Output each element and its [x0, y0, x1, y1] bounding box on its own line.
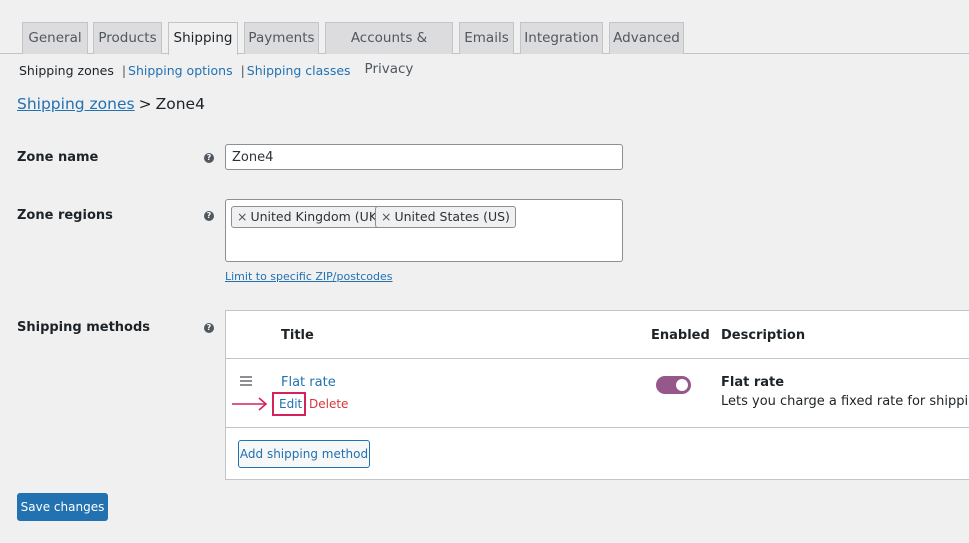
- breadcrumb: Shipping zones > Zone4: [17, 95, 205, 113]
- remove-region-icon[interactable]: ×: [237, 209, 247, 224]
- tab-general[interactable]: General: [22, 22, 88, 54]
- tab-payments[interactable]: Payments: [244, 22, 319, 54]
- tab-shipping[interactable]: Shipping: [168, 22, 238, 55]
- method-description-title: Flat rate: [721, 375, 785, 390]
- method-description-text: Lets you charge a fixed rate for shippin…: [721, 394, 969, 409]
- tab-accounts-privacy[interactable]: Accounts & Privacy: [325, 22, 453, 77]
- tab-products[interactable]: Products: [93, 22, 162, 54]
- zone-regions-select[interactable]: × United Kingdom (UK) × United States (US): [225, 199, 623, 262]
- edit-method-link[interactable]: Edit: [279, 397, 302, 411]
- delete-method-link[interactable]: Delete: [309, 397, 348, 411]
- column-description: Description: [721, 328, 806, 343]
- remove-region-icon[interactable]: ×: [381, 209, 391, 224]
- tab-advanced[interactable]: Advanced: [609, 22, 684, 54]
- column-enabled: Enabled: [651, 328, 710, 343]
- subnav-separator: |: [121, 63, 127, 78]
- toggle-knob: [676, 379, 688, 391]
- subnav-separator: |: [240, 63, 245, 78]
- add-shipping-method-button[interactable]: Add shipping method: [238, 440, 370, 468]
- region-chip-us[interactable]: × United States (US): [375, 206, 516, 228]
- subnav-shipping-options[interactable]: Shipping options: [128, 63, 233, 78]
- shipping-subnav: Shipping zones | Shipping options | Shippi…: [19, 63, 351, 78]
- shipping-methods-table: Title Enabled Description Flat rate Edit…: [225, 310, 969, 480]
- tab-emails[interactable]: Emails: [459, 22, 514, 54]
- method-enabled-toggle[interactable]: [656, 376, 691, 394]
- column-title: Title: [281, 328, 314, 343]
- limit-postcodes-link[interactable]: Limit to specific ZIP/postcodes: [225, 270, 393, 283]
- region-chip-label: United Kingdom (UK): [250, 209, 382, 224]
- tab-integration[interactable]: Integration: [520, 22, 603, 54]
- breadcrumb-separator: >: [138, 95, 152, 113]
- settings-tabs: General Products Shipping Payments Accou…: [0, 0, 969, 77]
- table-header: Title Enabled Description: [226, 311, 969, 359]
- region-chip-uk[interactable]: × United Kingdom (UK): [231, 206, 388, 228]
- region-chip-label: United States (US): [394, 209, 510, 224]
- zone-regions-label: Zone regions: [17, 208, 113, 223]
- breadcrumb-current-zone: Zone4: [155, 95, 205, 113]
- breadcrumb-shipping-zones-link[interactable]: Shipping zones: [17, 95, 135, 113]
- zone-name-input[interactable]: [225, 144, 623, 170]
- subnav-shipping-classes[interactable]: Shipping classes: [247, 63, 351, 78]
- method-title-link[interactable]: Flat rate: [281, 375, 336, 390]
- arrow-right-icon: [232, 397, 268, 411]
- drag-handle-icon[interactable]: [240, 376, 252, 388]
- help-icon[interactable]: ?: [204, 153, 214, 163]
- zone-name-label: Zone name: [17, 150, 99, 165]
- subnav-shipping-zones: Shipping zones: [19, 63, 114, 78]
- help-icon[interactable]: ?: [204, 323, 214, 333]
- shipping-methods-label: Shipping methods: [17, 320, 151, 335]
- save-changes-button[interactable]: Save changes: [17, 493, 108, 521]
- table-row: Flat rate Edit Delete Flat rate Lets you…: [226, 359, 969, 428]
- help-icon[interactable]: ?: [204, 211, 214, 221]
